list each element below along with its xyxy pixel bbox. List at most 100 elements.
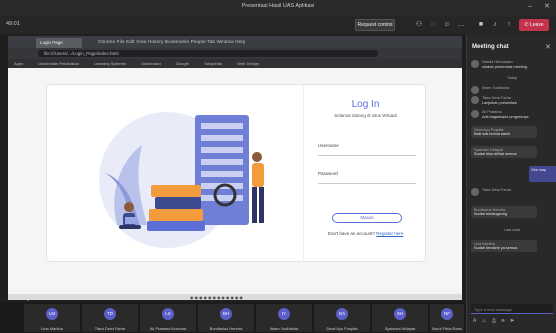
meeting-title: Presentasi Hasil UAS Aplikasi	[241, 3, 315, 9]
date-divider: Today	[506, 76, 518, 80]
close-chat-icon[interactable]: ✕	[545, 43, 551, 51]
message-text: Adit bagaimana progresnya	[482, 115, 529, 119]
compose-toolbar[interactable]: A ☺ ⎙ ⊕ ➤	[473, 318, 517, 324]
reactions-icon[interactable]: ☺	[442, 20, 452, 30]
web-page: Log In Selamat datang di situs Wikiadi U…	[8, 68, 462, 300]
avatar: DA	[336, 308, 348, 320]
chat-bubble: Dewi Ayu Puspita Baik kak terima kasih	[471, 126, 537, 138]
participant-name: Dewi Ayu Puspita	[326, 326, 358, 331]
last-read-divider: Last read	[504, 228, 520, 232]
more-icon[interactable]: …	[456, 20, 466, 30]
participant-tile[interactable]: LM Lina Marlina	[24, 304, 80, 332]
password-field[interactable]	[318, 183, 416, 184]
leave-button[interactable]: ✆ Leave	[519, 19, 549, 31]
request-control-button[interactable]: Request control	[355, 19, 395, 31]
chat-title: Meeting chat	[472, 44, 509, 50]
shared-screen: Login Page Chrome File Edit View History…	[8, 36, 462, 300]
login-button[interactable]: Masuk	[332, 213, 402, 223]
message-text: silakan presentasi meeting	[482, 65, 527, 69]
address-bar: file:///Users/.../Login_Page/index.html	[8, 48, 462, 59]
register-prompt: Don't have an account? Register here	[304, 231, 427, 236]
title-bar: Presentasi Hasil UAS Aplikasi – ✕	[0, 0, 556, 16]
avatar: TD	[104, 308, 116, 320]
participant-name: Bonifacius Hendra	[209, 326, 243, 331]
message-sender: Ilham Yudhistira	[482, 86, 509, 90]
dock: ◉◉◉◉◉◉◉◉◉◉◉◉	[8, 294, 462, 300]
browser-menu: Chrome File Edit View History Bookmarks …	[98, 39, 246, 44]
login-card: Log In Selamat datang di situs Wikiadi U…	[46, 84, 427, 263]
avatar	[471, 110, 479, 118]
message-text: Baik kak terima kasih	[474, 132, 510, 136]
share-icon[interactable]: ↑	[504, 20, 514, 30]
participant-tile[interactable]: SH Syahrani Hidayat	[372, 304, 428, 332]
camera-icon[interactable]: ■	[476, 20, 486, 30]
login-form: Log In Selamat datang di situs Wikiadi U…	[303, 85, 427, 263]
participant-name: Tiara Dewi Farha	[94, 326, 126, 331]
avatar: LS	[162, 308, 174, 320]
bookmark-item[interactable]: Google	[176, 61, 189, 66]
username-label: Username	[318, 143, 339, 148]
participant-name: Ilham Yudhistira	[269, 326, 299, 331]
reading-illustration	[99, 112, 264, 248]
participant-tile[interactable]: DA Dewi Ayu Puspita	[314, 304, 370, 332]
browser-tabbar: Login Page Chrome File Edit View History…	[8, 36, 462, 53]
mic-icon[interactable]: ♪	[490, 20, 500, 30]
participant-tile[interactable]: BH Bonifacius Hendra	[198, 304, 254, 332]
username-field[interactable]	[318, 155, 416, 156]
login-title: Log In	[351, 99, 380, 110]
avatar	[471, 96, 479, 104]
url-field[interactable]: file:///Users/.../Login_Page/index.html	[38, 50, 378, 57]
participant-tile[interactable]: TD Tiara Dewi Farha	[82, 304, 138, 332]
register-text: Don't have an account?	[327, 231, 375, 236]
call-toolbar: 49:01 Request control ⚇ ◌ ☺ … ■ ♪ ↑ ✆ Le…	[0, 16, 556, 34]
presenter-label: Presenting	[8, 296, 30, 301]
chat-bubble: Bonifacius Hendra Sudah berlangsung	[471, 206, 537, 218]
participant-name: Lina Marlina	[41, 326, 63, 331]
browser-tab[interactable]: Login Page	[36, 38, 82, 48]
participant-tile[interactable]: LS Ali Pratama Kusuma	[140, 304, 196, 332]
bookmark-item[interactable]: Universitas Pendidikan	[38, 61, 79, 66]
chat-bubble: Lina Marlina Sudah berakhir ya semua	[471, 240, 537, 252]
chat-message: Ilham Yudhistira	[471, 86, 553, 96]
avatar: NF	[441, 308, 453, 320]
bookmark-item[interactable]: Learning Systems	[94, 61, 126, 66]
participant-name: Nurul Fitria Ramadhani	[432, 326, 462, 331]
avatar: BH	[220, 308, 232, 320]
bookmark-item[interactable]: Dashboard	[141, 61, 161, 66]
avatar: IY	[278, 308, 290, 320]
chat-message: Tiara Dewi Farha Lanjutkan presentasi	[471, 96, 553, 108]
chat-compose-input[interactable]: Type a new message	[471, 304, 553, 314]
participant-name: Syahrani Hidayat	[384, 326, 416, 331]
bookmark-item[interactable]: Web Design	[237, 61, 259, 66]
message-sender: Tiara Dewi Farha	[482, 96, 511, 100]
dock-icons: ◉◉◉◉◉◉◉◉◉◉◉◉	[190, 295, 244, 300]
message-text: Sudah berlangsung	[474, 212, 507, 216]
meeting-chat-panel: Meeting chat ✕ Nanda Hermawan silakan pr…	[466, 34, 556, 333]
avatar: LM	[46, 308, 58, 320]
avatar	[471, 60, 479, 68]
close-window-icon[interactable]: ✕	[544, 3, 550, 10]
register-link[interactable]: Register here	[376, 231, 403, 236]
bookmark-item[interactable]: Tokopedia	[204, 61, 222, 66]
participant-tile[interactable]: NF Nurul Fitria Ramadhani	[430, 304, 464, 332]
chat-icon[interactable]: ◌	[428, 20, 438, 30]
avatar: SH	[394, 308, 406, 320]
participant-name: Ali Pratama Kusuma	[149, 326, 187, 331]
login-subtitle: Selamat datang di situs Wikiadi	[334, 113, 397, 118]
bookmark-item[interactable]: Apps	[14, 61, 23, 66]
bookmarks-bar: Apps Universitas Pendidikan Learning Sys…	[8, 59, 462, 68]
message-sender: Ali Pratama	[482, 110, 502, 114]
avatar	[471, 86, 479, 94]
message-sender: Nanda Hermawan	[482, 60, 513, 64]
avatar	[471, 188, 479, 196]
message-text: Lanjutkan presentasi	[482, 101, 518, 105]
my-message: Oke siap	[529, 166, 556, 182]
people-icon[interactable]: ⚇	[414, 20, 424, 30]
password-label: Password	[318, 171, 338, 176]
minimize-icon[interactable]: –	[528, 3, 532, 10]
participant-tile[interactable]: IY Ilham Yudhistira	[256, 304, 312, 332]
chat-message: Nanda Hermawan silakan presentasi meetin…	[471, 60, 553, 74]
message-text: Sudah berakhir ya semua	[474, 246, 518, 250]
leave-label: Leave	[529, 22, 544, 28]
chat-message: Ali Pratama Adit bagaimana progresnya	[471, 110, 553, 122]
